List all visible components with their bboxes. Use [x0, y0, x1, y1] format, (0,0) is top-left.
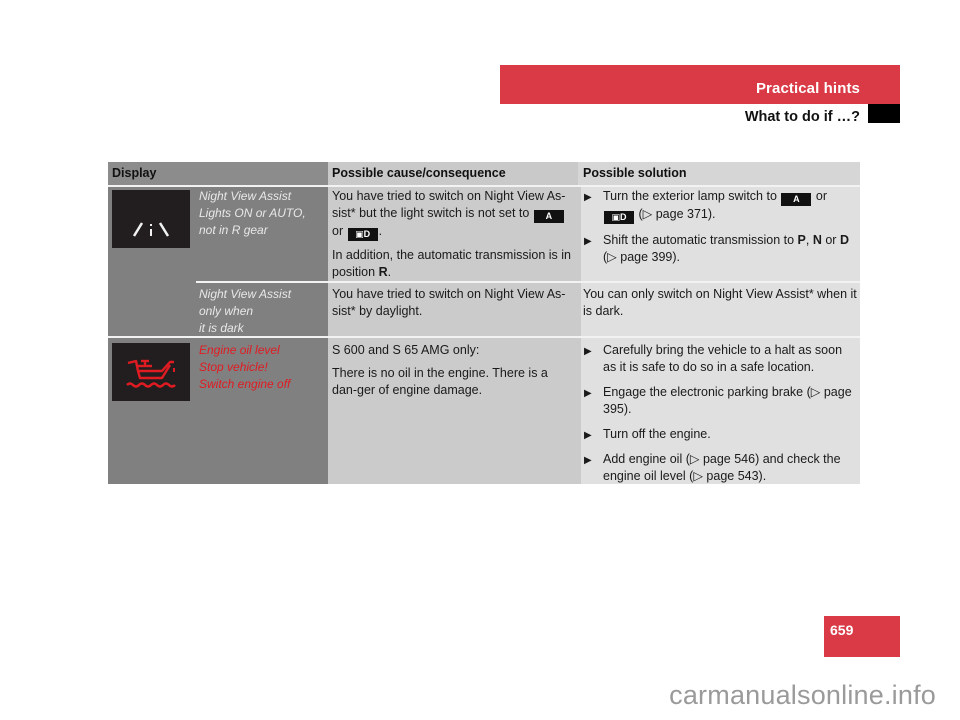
- display-message: Night View Assist Lights ON or AUTO, not…: [199, 188, 324, 239]
- section-title: Practical hints: [755, 80, 860, 97]
- solution-cell: You can only switch on Night View Assist…: [583, 287, 857, 318]
- bullet-icon: ▶: [584, 192, 592, 203]
- page-number-badge: 659: [824, 616, 900, 657]
- cause-cell: S 600 and S 65 AMG only: There is no oil…: [332, 342, 576, 405]
- header-divider: [108, 185, 860, 187]
- solution-item: ▶ Turn off the engine.: [583, 426, 858, 443]
- page-number: 659: [830, 622, 854, 638]
- page-reference[interactable]: (▷ page 399).: [603, 250, 680, 264]
- solution-text: Engage the electronic parking brake (▷ p…: [603, 385, 852, 416]
- message-line: Stop vehicle!: [199, 360, 268, 374]
- message-line: Lights ON or AUTO,: [199, 206, 306, 220]
- solution-text: ,: [805, 233, 813, 247]
- solution-cell: ▶ Turn the exterior lamp switch to A or …: [583, 188, 858, 274]
- solution-cell: ▶ Carefully bring the vehicle to a halt …: [583, 342, 858, 493]
- cause-text: or: [332, 224, 344, 238]
- solution-item: ▶ Turn the exterior lamp switch to A or …: [583, 188, 858, 224]
- solution-text: Add engine oil (▷ page 546) and check th…: [603, 452, 841, 483]
- message-line: only when: [199, 304, 254, 318]
- section-header-bar: Practical hints: [500, 65, 900, 104]
- night-view-icon: [112, 190, 190, 248]
- solution-item: ▶ Shift the automatic transmission to P,…: [583, 232, 858, 266]
- message-line: Switch engine off: [199, 377, 291, 391]
- bullet-icon: ▶: [584, 346, 592, 357]
- column-header-solution: Possible solution: [578, 162, 860, 185]
- page-reference[interactable]: (▷ page 371).: [638, 207, 715, 221]
- solution-item: ▶ Engage the electronic parking brake (▷…: [583, 384, 858, 418]
- bullet-icon: ▶: [584, 388, 592, 399]
- solution-text: Shift the automatic transmission to: [603, 233, 795, 247]
- message-line: Night View Assist: [199, 287, 292, 301]
- column-header-display: Display: [108, 162, 328, 185]
- gear-position: D: [839, 233, 849, 247]
- display-message: Night View Assist only when it is dark: [199, 286, 324, 337]
- header-marker: [868, 104, 900, 123]
- bullet-icon: ▶: [584, 430, 592, 441]
- solution-item: ▶ Carefully bring the vehicle to a halt …: [583, 342, 858, 376]
- light-switch-auto-icon: A: [533, 210, 564, 223]
- cause-cell: You have tried to switch on Night View A…: [332, 287, 566, 318]
- solution-text: Turn the exterior lamp switch to: [603, 189, 777, 203]
- section-subtitle: What to do if …?: [744, 109, 860, 125]
- display-message: Engine oil level Stop vehicle! Switch en…: [199, 342, 324, 393]
- low-beam-icon: ▣D: [347, 228, 378, 241]
- low-beam-icon: ▣D: [604, 211, 634, 224]
- cause-text: S 600 and S 65 AMG only:: [332, 343, 480, 357]
- engine-oil-icon: [112, 343, 190, 401]
- cause-text: There is no oil in the engine. There is …: [332, 366, 548, 397]
- solution-text: Carefully bring the vehicle to a halt as…: [603, 343, 843, 374]
- cause-text: In addition, the automatic transmission …: [332, 248, 572, 279]
- solution-text: Turn off the engine.: [603, 427, 711, 441]
- troubleshooting-table: Display Possible cause/consequence Possi…: [108, 162, 860, 484]
- bullet-icon: ▶: [584, 236, 592, 247]
- light-switch-auto-icon: A: [781, 193, 812, 206]
- message-line: Night View Assist: [199, 189, 292, 203]
- column-header-cause: Possible cause/consequence: [328, 162, 578, 185]
- solution-text: or: [815, 189, 828, 203]
- cause-text: .: [378, 224, 383, 238]
- gear-position: P: [797, 233, 806, 247]
- cause-text: You have tried to switch on Night View A…: [332, 189, 566, 220]
- solution-item: ▶ Add engine oil (▷ page 546) and check …: [583, 451, 858, 485]
- message-line: it is dark: [199, 321, 244, 335]
- gear-position: N: [812, 233, 822, 247]
- message-line: not in R gear: [199, 223, 268, 237]
- gear-position: R: [378, 265, 388, 279]
- message-line: Engine oil level: [199, 343, 280, 357]
- solution-text: or: [821, 233, 840, 247]
- cause-text: .: [387, 265, 392, 279]
- watermark: carmanualsonline.info: [669, 680, 936, 710]
- cause-cell: You have tried to switch on Night View A…: [332, 188, 576, 287]
- bullet-icon: ▶: [584, 455, 592, 466]
